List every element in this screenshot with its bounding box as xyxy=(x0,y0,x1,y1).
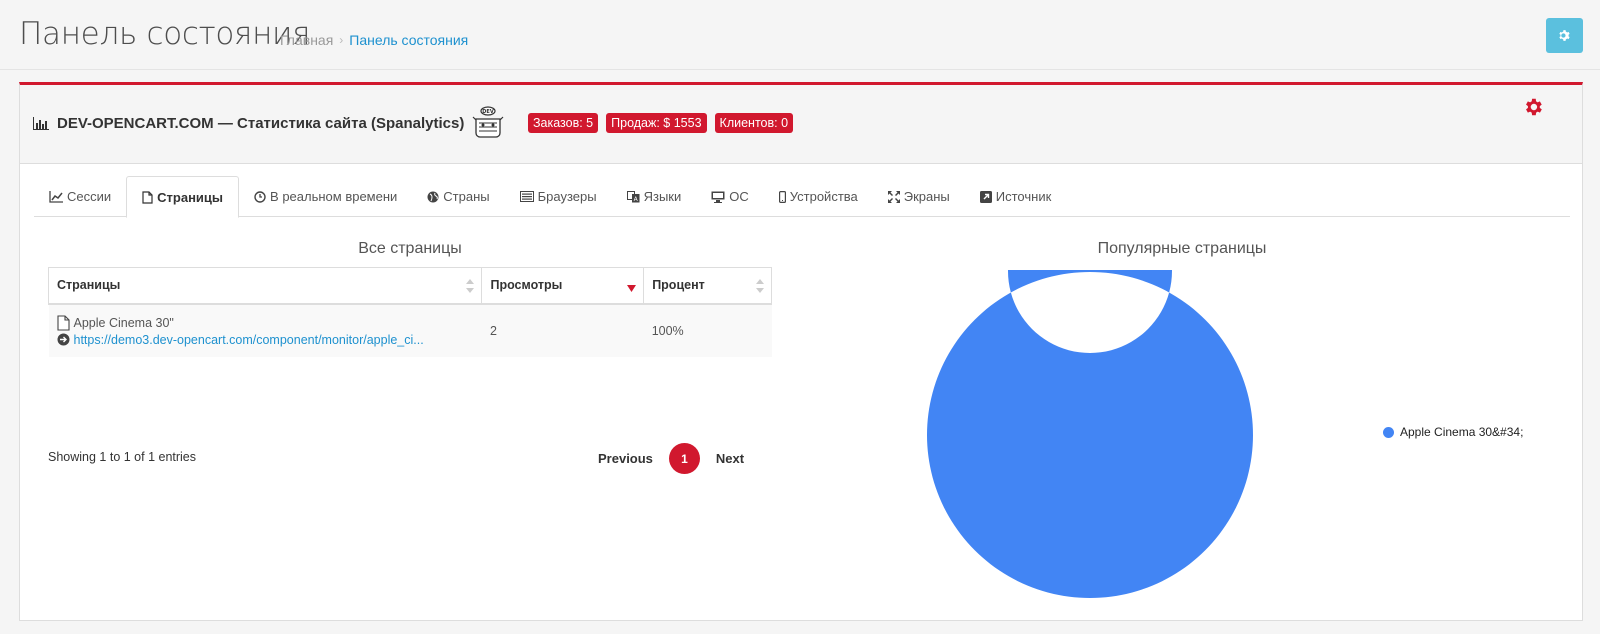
external-icon xyxy=(979,190,992,203)
page-url-link[interactable]: https://demo3.dev-opencart.com/component… xyxy=(74,333,424,347)
cell-page: Apple Cinema 30" https://demo3.dev-openc… xyxy=(48,303,482,357)
tab-bar: Сессии Страницы В реальном времени Стран… xyxy=(34,176,1570,218)
popular-pages-title: Популярные страницы xyxy=(1097,240,1267,257)
file-icon xyxy=(142,190,153,204)
sort-desc-icon xyxy=(627,285,637,292)
tab-screens[interactable]: Экраны xyxy=(873,176,965,217)
tab-label: Источник xyxy=(995,189,1052,204)
tab-realtime[interactable]: В реальном времени xyxy=(239,176,412,217)
previous-page-button[interactable]: Previous xyxy=(598,451,653,466)
next-page-button[interactable]: Next xyxy=(716,451,744,466)
line-chart-icon xyxy=(49,190,63,203)
pages-table-wrapper: Страницы Просмотры Процент Apple Cinema … xyxy=(47,267,772,357)
tab-os[interactable]: ОС xyxy=(696,176,764,217)
tab-label: Страны xyxy=(443,189,490,204)
all-pages-title: Все страницы xyxy=(358,240,462,257)
dev-logo-icon: DEV xyxy=(472,106,504,138)
breadcrumb-home-link[interactable]: Главная xyxy=(280,32,333,48)
table-row: Apple Cinema 30" https://demo3.dev-openc… xyxy=(48,303,772,357)
column-header-pages[interactable]: Страницы xyxy=(47,267,483,305)
stats-panel: DEV-OPENCART.COM — Статистика сайта (Spa… xyxy=(19,82,1583,621)
cell-views: 2 xyxy=(481,303,644,357)
tab-countries[interactable]: Страны xyxy=(412,176,504,217)
expand-icon xyxy=(887,190,900,203)
page-header: Панель состояния Главная › Панель состоя… xyxy=(0,0,1600,70)
file-icon xyxy=(56,314,70,331)
orders-badge: Заказов: 5 xyxy=(528,113,599,133)
breadcrumb-separator: › xyxy=(339,33,344,47)
clock-icon xyxy=(254,190,266,203)
pagination: Previous 1 Next xyxy=(598,443,744,474)
breadcrumb: Главная › Панель состояния xyxy=(280,32,468,48)
tab-sessions[interactable]: Сессии xyxy=(34,176,126,217)
pages-table: Страницы Просмотры Процент Apple Cinema … xyxy=(47,267,772,357)
settings-button[interactable] xyxy=(1546,18,1583,53)
table-info: Showing 1 to 1 of 1 entries xyxy=(48,450,197,464)
logo-text: DEV xyxy=(482,109,494,115)
cell-percent: 100% xyxy=(643,303,772,357)
tab-label: Экраны xyxy=(903,189,950,204)
gear-icon xyxy=(1559,30,1570,41)
tab-languages[interactable]: A Языки xyxy=(612,176,697,217)
page-1-button[interactable]: 1 xyxy=(668,443,700,474)
mobile-icon xyxy=(778,190,786,203)
chart-legend: Apple Cinema 30&#34; xyxy=(1383,425,1523,439)
panel-title-text: DEV-OPENCART.COM — Статистика сайта (Spa… xyxy=(57,115,465,132)
tab-label: Языки xyxy=(643,189,682,204)
globe-icon xyxy=(427,191,439,203)
panel-settings-gear-icon[interactable] xyxy=(1522,96,1544,118)
legend-color-dot xyxy=(1383,426,1394,438)
page-name: Apple Cinema 30" xyxy=(73,315,174,330)
panel-heading: DEV-OPENCART.COM — Статистика сайта (Spa… xyxy=(20,85,1582,164)
column-header-views[interactable]: Просмотры xyxy=(481,267,645,305)
tab-label: Браузеры xyxy=(537,189,597,204)
desktop-icon xyxy=(711,191,725,203)
bar-chart-icon xyxy=(33,117,49,130)
arrow-circle-right-icon xyxy=(57,333,69,346)
legend-label: Apple Cinema 30&#34; xyxy=(1400,425,1524,439)
column-header-percent[interactable]: Процент xyxy=(643,267,772,305)
customers-badge: Клиентов: 0 xyxy=(714,113,794,133)
language-icon: A xyxy=(626,190,640,203)
breadcrumb-current-link[interactable]: Панель состояния xyxy=(349,32,468,48)
sort-both-icon xyxy=(466,279,475,293)
tab-browsers[interactable]: Браузеры xyxy=(505,176,612,217)
list-icon xyxy=(519,191,534,202)
tab-label: Устройства xyxy=(789,189,858,204)
sales-badge: Продаж: $ 1553 xyxy=(606,113,707,133)
tab-label: Сессии xyxy=(67,189,112,204)
tab-devices[interactable]: Устройства xyxy=(764,176,873,217)
tab-source[interactable]: Источник xyxy=(965,176,1067,217)
tab-label: ОС xyxy=(729,189,749,204)
tab-label: Страницы xyxy=(157,189,224,205)
tab-pages[interactable]: Страницы xyxy=(126,176,240,218)
tab-label: В реальном времени xyxy=(270,189,398,204)
popular-pages-donut-chart xyxy=(927,270,1253,598)
page-title: Панель состояния xyxy=(19,16,311,52)
stats-badges: Заказов: 5 Продаж: $ 1553 Клиентов: 0 xyxy=(528,113,794,133)
sort-both-icon xyxy=(756,279,764,293)
panel-title: DEV-OPENCART.COM — Статистика сайта (Spa… xyxy=(33,115,464,132)
